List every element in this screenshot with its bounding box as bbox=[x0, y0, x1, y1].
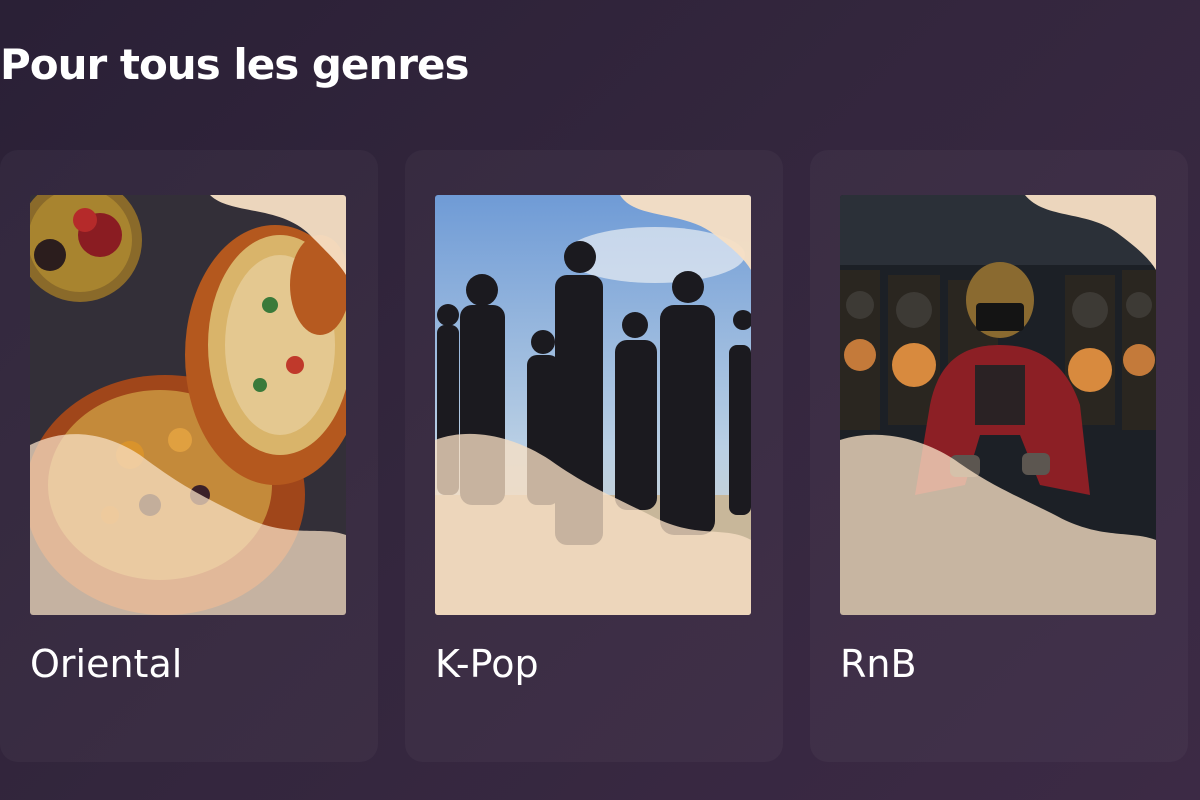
genre-card-rnb[interactable]: RnB bbox=[810, 150, 1188, 762]
genre-image-rnb bbox=[840, 195, 1156, 615]
genre-label-kpop: K-Pop bbox=[435, 642, 539, 686]
section-title: Pour tous les genres bbox=[0, 40, 469, 89]
genre-label-oriental: Oriental bbox=[30, 642, 183, 686]
genre-image-oriental bbox=[30, 195, 346, 615]
genre-label-rnb: RnB bbox=[840, 642, 917, 686]
genre-image-kpop bbox=[435, 195, 751, 615]
genre-card-kpop[interactable]: K-Pop bbox=[405, 150, 783, 762]
genre-card-oriental[interactable]: Oriental bbox=[0, 150, 378, 762]
